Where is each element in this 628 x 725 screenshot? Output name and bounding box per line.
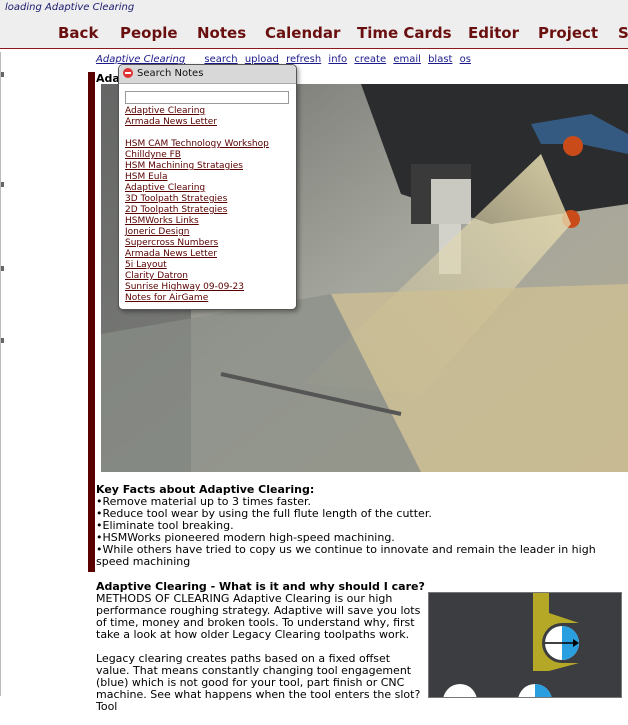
nav-project[interactable]: Project (538, 24, 598, 42)
loading-status-bar: loading Adaptive Clearing (0, 0, 628, 16)
note-link[interactable]: Clarity Datron (125, 271, 269, 282)
nav-people[interactable]: People (120, 24, 178, 42)
what-is-paragraph: METHODS OF CLEARING Adaptive Clearing is… (96, 592, 421, 641)
note-link[interactable]: Armada News Letter (125, 117, 269, 128)
left-edge (0, 52, 4, 696)
popup-title: Search Notes (137, 68, 204, 79)
popup-header: Search Notes (119, 65, 296, 84)
note-link[interactable]: HSM Eula (125, 172, 269, 183)
blast-link[interactable]: blast (428, 54, 452, 65)
toolpath-diagram (428, 592, 622, 718)
email-link[interactable]: email (393, 54, 421, 65)
note-link[interactable]: HSMWorks Links (125, 216, 269, 227)
create-link[interactable]: create (354, 54, 386, 65)
search-results: Adaptive Clearing Armada News Letter HSM… (125, 106, 269, 304)
accent-bar (88, 72, 95, 572)
nav-notes[interactable]: Notes (197, 24, 246, 42)
key-fact-item: •While others have tried to copy us we c… (96, 543, 596, 568)
search-input[interactable] (125, 91, 289, 104)
note-link[interactable]: Joneric Design (125, 227, 269, 238)
nav-time-cards[interactable]: Time Cards (357, 24, 452, 42)
os-link[interactable]: os (460, 54, 471, 65)
nav-s[interactable]: S (618, 24, 628, 42)
note-link[interactable]: 5i Layout (125, 260, 269, 271)
note-link[interactable]: HSM Machining Stratagies (125, 161, 269, 172)
what-is-paragraph: Legacy clearing creates paths based on a… (96, 652, 421, 713)
note-link[interactable]: Chilldyne FB (125, 150, 269, 161)
loading-text: loading Adaptive Clearing (5, 2, 135, 13)
note-link[interactable]: Adaptive Clearing (125, 106, 269, 117)
key-facts-section: Key Facts about Adaptive Clearing: •Remo… (96, 484, 616, 568)
note-link[interactable]: HSM CAM Technology Workshop (125, 139, 269, 150)
nav-back[interactable]: Back (58, 24, 98, 42)
nav-editor[interactable]: Editor (468, 24, 519, 42)
note-link[interactable]: Armada News Letter (125, 249, 269, 260)
edge-mark (1, 72, 4, 77)
top-navigation: Back People Notes Calendar Time Cards Ed… (0, 16, 628, 49)
what-is-section: Adaptive Clearing - What is it and why s… (96, 581, 426, 725)
note-link[interactable]: Notes for AirGame (125, 293, 269, 304)
note-link[interactable]: Adaptive Clearing (125, 183, 269, 194)
close-icon[interactable] (123, 68, 133, 78)
edge-mark (1, 182, 4, 187)
nav-calendar[interactable]: Calendar (265, 24, 340, 42)
note-link[interactable]: 2D Toolpath Strategies (125, 205, 269, 216)
note-link[interactable]: Sunrise Highway 09-09-23 (125, 282, 269, 293)
edge-mark (1, 266, 4, 271)
note-link[interactable]: 3D Toolpath Strategies (125, 194, 269, 205)
edge-mark (1, 338, 4, 343)
info-link[interactable]: info (328, 54, 347, 65)
search-notes-popup: Search Notes Adaptive Clearing Armada Ne… (118, 64, 297, 310)
note-link[interactable]: Supercross Numbers (125, 238, 269, 249)
